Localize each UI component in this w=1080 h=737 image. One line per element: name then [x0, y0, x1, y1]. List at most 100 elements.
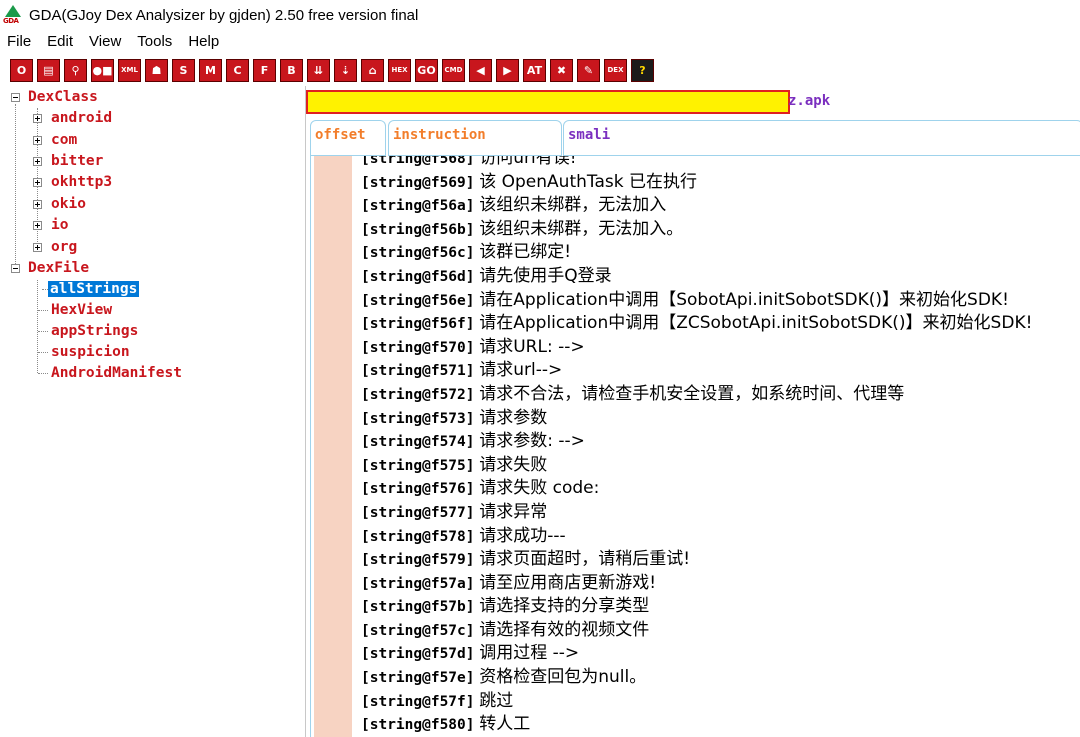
android-icon[interactable]: ☗ — [145, 58, 168, 82]
string-row[interactable]: [string@f572] 请求不合法，请检查手机安全设置，如系统时间、代理等 — [361, 382, 1080, 406]
goto-icon[interactable]: GO — [415, 58, 438, 82]
string-id: [string@f576] — [361, 481, 475, 498]
expand-bitter-icon[interactable] — [33, 157, 42, 166]
collapse-dexclass-icon[interactable] — [11, 93, 20, 102]
string-row[interactable]: [string@f570] 请求URL: --> — [361, 335, 1080, 359]
class-icon[interactable]: ●■ — [91, 58, 114, 82]
title-bar: GDA GDA(GJoy Dex Analysizer by gjden) 2.… — [0, 0, 1080, 30]
string-row[interactable]: [string@f571] 请求url--> — [361, 358, 1080, 382]
hex-icon[interactable]: HEX — [388, 58, 411, 82]
expand-com-icon[interactable] — [33, 136, 42, 145]
search-icon[interactable]: ⚲ — [64, 58, 87, 82]
menu-help[interactable]: Help — [180, 33, 227, 50]
string-value: 请求url--> — [479, 360, 563, 381]
tree-node-dexclass[interactable]: DexClass — [28, 87, 98, 107]
string-row[interactable]: [string@f577] 请求异常 — [361, 500, 1080, 524]
tree-node-bitter[interactable]: bitter — [51, 151, 103, 171]
string-row[interactable]: [string@f578] 请求成功--- — [361, 524, 1080, 548]
expand-okio-icon[interactable] — [33, 200, 42, 209]
string-row[interactable]: [string@f56f] 请在Application中调用【ZCSobotAp… — [361, 311, 1080, 335]
menu-view[interactable]: View — [81, 33, 129, 50]
home-icon[interactable]: ⌂ — [361, 58, 384, 82]
tree-item-hexview[interactable]: HexView — [51, 300, 112, 320]
string-row[interactable]: [string@f576] 请求失败 code: — [361, 476, 1080, 500]
string-row[interactable]: [string@f57e] 资格检查回包为null。 — [361, 665, 1080, 689]
tree-item-allstrings-wrap[interactable]: allStrings — [48, 279, 140, 299]
string-id: [string@f57e] — [361, 670, 475, 687]
tree-node-okio[interactable]: okio — [51, 194, 86, 214]
expand-io-icon[interactable] — [33, 221, 42, 230]
tree-node-com[interactable]: com — [51, 130, 77, 150]
string-row[interactable]: [string@f568] 访问url有误! — [361, 156, 1080, 170]
string-row[interactable]: [string@f56e] 请在Application中调用【SobotApi.… — [361, 288, 1080, 312]
string-row[interactable]: [string@f56d] 请先使用手Q登录 — [361, 264, 1080, 288]
tree-item-suspicion[interactable]: suspicion — [51, 342, 130, 362]
string-id: [string@f571] — [361, 363, 475, 380]
code-panel: z.apk offset instruction smali [string@f… — [306, 86, 1080, 737]
string-value: 请至应用商店更新游戏! — [479, 572, 657, 593]
dex-icon[interactable]: DEX — [604, 58, 627, 82]
cmd-icon[interactable]: CMD — [442, 58, 465, 82]
collapse-dexfile-icon[interactable] — [11, 264, 20, 273]
string-value: 请在Application中调用【ZCSobotApi.initSobotSDK… — [479, 313, 1033, 334]
tree-node-dexfile[interactable]: DexFile — [28, 258, 89, 278]
save-icon[interactable]: ▤ — [37, 58, 60, 82]
xml-icon[interactable]: XML — [118, 58, 141, 82]
tree-node-android[interactable]: android — [51, 108, 112, 128]
string-id: [string@f575] — [361, 457, 475, 474]
expand-android-icon[interactable] — [33, 114, 42, 123]
string-row[interactable]: [string@f56b] 该组织未绑群，无法加入。 — [361, 217, 1080, 241]
at-icon[interactable]: AT — [523, 58, 546, 82]
tree-item-allstrings[interactable]: allStrings — [48, 281, 140, 297]
expand-org-icon[interactable] — [33, 243, 42, 252]
string-row[interactable]: [string@f57c] 请选择有效的视频文件 — [361, 618, 1080, 642]
class-c-icon[interactable]: C — [226, 58, 249, 82]
column-header-offset[interactable]: offset — [310, 120, 386, 156]
string-row[interactable]: [string@f56a] 该组织未绑群，无法加入 — [361, 193, 1080, 217]
tree-node-io[interactable]: io — [51, 215, 68, 235]
string-row[interactable]: [string@f57d] 调用过程 --> — [361, 641, 1080, 665]
string-value: 请先使用手Q登录 — [479, 265, 612, 286]
string-value: 请求参数 — [479, 407, 548, 428]
tree-item-appstrings[interactable]: appStrings — [51, 321, 138, 341]
string-s-icon[interactable]: S — [172, 58, 195, 82]
file-path-suffix: z.apk — [788, 93, 831, 109]
bytecode-b-icon[interactable]: B — [280, 58, 303, 82]
back-arrow-icon[interactable]: ◀ — [469, 58, 492, 82]
string-row[interactable]: [string@f57b] 请选择支持的分享类型 — [361, 594, 1080, 618]
menu-edit[interactable]: Edit — [39, 33, 81, 50]
menu-tools[interactable]: Tools — [129, 33, 180, 50]
field-f-icon[interactable]: F — [253, 58, 276, 82]
open-icon[interactable]: O — [10, 58, 33, 82]
string-row[interactable]: [string@f574] 请求参数: --> — [361, 429, 1080, 453]
string-row[interactable]: [string@f57f] 跳过 — [361, 689, 1080, 713]
import-icon[interactable]: ⇊ — [307, 58, 330, 82]
tree-node-org[interactable]: org — [51, 237, 77, 257]
string-id: [string@f56a] — [361, 198, 475, 215]
export-icon[interactable]: ⇣ — [334, 58, 357, 82]
string-row[interactable]: [string@f569] 该 OpenAuthTask 已在执行 — [361, 170, 1080, 194]
menu-file[interactable]: File — [0, 33, 39, 50]
string-lines: [string@f568] 访问url有误! [string@f569] 该 Op… — [361, 156, 1080, 736]
column-header-smali[interactable]: smali — [563, 120, 1080, 156]
tree-panel: DexClass android com bitter okhttp3 okio… — [0, 86, 306, 737]
string-row[interactable]: [string@f56c] 该群已绑定! — [361, 240, 1080, 264]
strings-listing[interactable]: [string@f568] 访问url有误! [string@f569] 该 Op… — [310, 156, 1080, 737]
string-row[interactable]: [string@f575] 请求失败 — [361, 453, 1080, 477]
column-header-instruction[interactable]: instruction — [388, 120, 562, 156]
expand-okhttp3-icon[interactable] — [33, 178, 42, 187]
tree-item-androidmanifest[interactable]: AndroidManifest — [51, 363, 182, 383]
string-value: 请在Application中调用【SobotApi.initSobotSDK()… — [479, 289, 1009, 310]
string-id: [string@f56d] — [361, 268, 475, 285]
string-id: [string@f56e] — [361, 292, 475, 309]
string-row[interactable]: [string@f579] 请求页面超时，请稍后重试! — [361, 547, 1080, 571]
tools-icon[interactable]: ✖ — [550, 58, 573, 82]
forward-arrow-icon[interactable]: ▶ — [496, 58, 519, 82]
string-row[interactable]: [string@f57a] 请至应用商店更新游戏! — [361, 571, 1080, 595]
string-row[interactable]: [string@f580] 转人工 — [361, 712, 1080, 736]
edit-icon[interactable]: ✎ — [577, 58, 600, 82]
method-m-icon[interactable]: M — [199, 58, 222, 82]
help-icon[interactable]: ? — [631, 58, 654, 82]
string-row[interactable]: [string@f573] 请求参数 — [361, 406, 1080, 430]
tree-node-okhttp3[interactable]: okhttp3 — [51, 172, 112, 192]
